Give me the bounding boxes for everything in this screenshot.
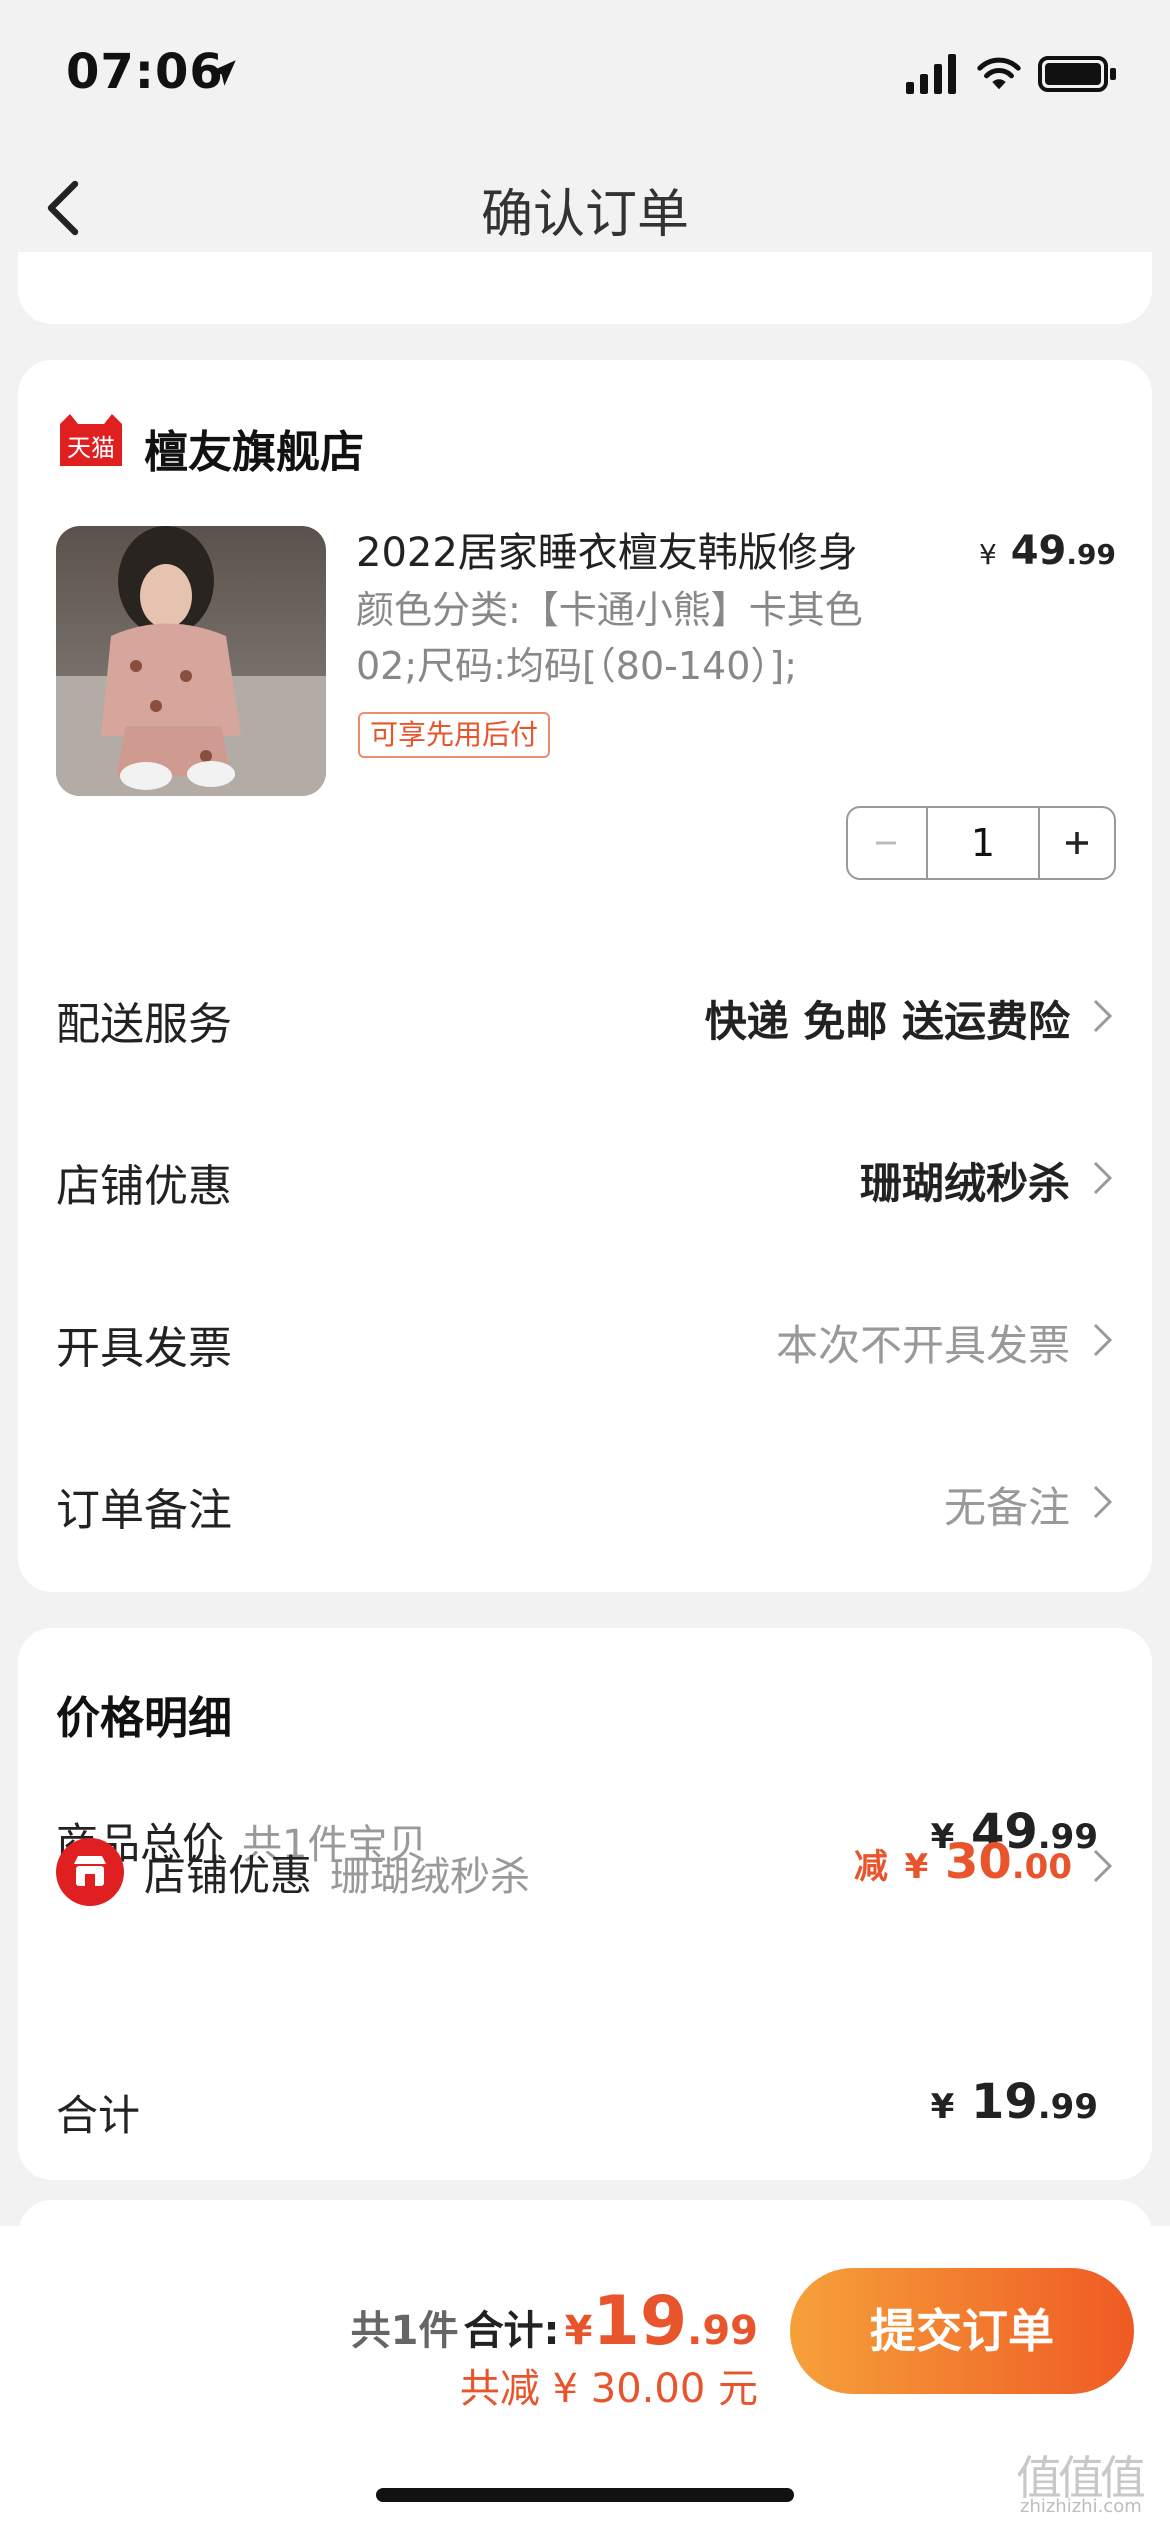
tmall-logo-icon: 天猫 — [60, 414, 122, 466]
product-price: ¥ 49.99 — [979, 528, 1116, 574]
checkout-saved: 共减 ¥ 30.00 元 — [459, 2366, 758, 2412]
home-indicator — [376, 2488, 794, 2502]
submit-order-button[interactable]: 提交订单 — [790, 2268, 1134, 2394]
row-order-note-value: 无备注 — [943, 1483, 1070, 1532]
page-title: 确认订单 — [480, 185, 689, 245]
chevron-right-icon — [1093, 1323, 1113, 1357]
checkout-total-label: 合计: — [463, 2308, 560, 2354]
checkout-total-int: 19 — [592, 2282, 688, 2361]
discount-prefix: 减 — [853, 1847, 888, 1887]
product-title[interactable]: 2022居家睡衣檀友韩版修身 — [356, 520, 858, 578]
store-coupon-icon — [56, 1838, 124, 1906]
quantity-stepper: 1 — [846, 806, 1116, 880]
row-store-discount[interactable]: 店铺优惠 珊瑚绒秒杀 — [18, 1120, 1152, 1230]
tmall-badge-text: 天猫 — [67, 434, 115, 462]
checkout-total-dec: .99 — [687, 2308, 758, 2354]
discount-int: 30 — [944, 1834, 1012, 1890]
status-time: 07:06 — [66, 44, 224, 100]
total-label: 合计 — [56, 2091, 141, 2140]
product-spec-line2: 02;尺码:均码[（80-140）]; — [356, 644, 798, 688]
row-store-discount-label: 店铺优惠 — [56, 1161, 232, 1212]
address-card-bottom — [18, 252, 1152, 324]
quantity-value[interactable]: 1 — [926, 808, 1040, 878]
chevron-right-icon — [1093, 999, 1113, 1033]
checkout-count: 共1件 — [350, 2308, 459, 2354]
row-delivery[interactable]: 配送服务 快递 免邮 送运费险 — [18, 958, 1152, 1068]
product-spec[interactable]: 颜色分类:【卡通小熊】卡其色 02;尺码:均码[（80-140）]; — [356, 582, 916, 694]
product-price-int: 49 — [1010, 528, 1067, 574]
checkout-symbol: ¥ — [564, 2308, 593, 2354]
chevron-right-icon — [1093, 1485, 1113, 1519]
total-value: ¥ 19.99 — [931, 2074, 1098, 2130]
discount-dec: .00 — [1011, 1847, 1072, 1887]
product-spec-line1: 颜色分类:【卡通小熊】卡其色 — [356, 588, 863, 632]
cellular-signal-icon — [906, 54, 956, 94]
product-price-symbol: ¥ — [978, 538, 997, 571]
row-order-note-label: 订单备注 — [56, 1485, 232, 1536]
minus-icon[interactable] — [848, 808, 924, 878]
row-invoice-label: 开具发票 — [56, 1323, 232, 1374]
watermark: 值值值 zhizhizhi.com — [1016, 2442, 1162, 2522]
store-discount-amount[interactable]: 减 ¥ 30.00 — [854, 1834, 1072, 1890]
battery-icon — [1038, 56, 1116, 92]
store-discount-name: 珊瑚绒秒杀 — [330, 1854, 531, 1900]
row-order-note[interactable]: 订单备注 无备注 — [18, 1444, 1152, 1554]
checkout-total: 共1件 合计: ¥19.99 — [351, 2282, 758, 2361]
price-detail-title: 价格明细 — [56, 1693, 232, 1744]
pay-later-tag: 可享先用后付 — [358, 712, 551, 758]
checkout-bar: 共1件 合计: ¥19.99 共减 ¥ 30.00 元 提交订单 — [0, 2226, 1170, 2532]
row-invoice[interactable]: 开具发票 本次不开具发票 — [18, 1282, 1152, 1392]
watermark-text: zhizhizhi.com — [1020, 2496, 1142, 2517]
chevron-right-icon — [1093, 1161, 1113, 1195]
discount-symbol: ¥ — [904, 1847, 929, 1887]
product-price-dec: .99 — [1066, 538, 1116, 571]
store-order-card: 天猫 檀友旗舰店 2022居家睡衣檀友韩版修身 ¥ 49.99 颜色分类:【卡通… — [18, 360, 1152, 1592]
status-bar: 07:06 — [0, 0, 1170, 140]
row-delivery-value: 快递 免邮 送运费险 — [704, 997, 1070, 1046]
plus-icon[interactable] — [1040, 808, 1114, 878]
wifi-icon — [977, 57, 1021, 90]
product-image[interactable] — [56, 526, 326, 796]
store-discount-label[interactable]: 店铺优惠 珊瑚绒秒杀 — [144, 1842, 530, 1903]
row-store-discount-value: 珊瑚绒秒杀 — [859, 1159, 1070, 1208]
total-symbol: ¥ — [930, 2087, 955, 2127]
nav-bar: 确认订单 — [0, 140, 1170, 270]
chevron-right-icon — [1093, 1849, 1113, 1883]
row-delivery-label: 配送服务 — [56, 999, 232, 1050]
store-name[interactable]: 檀友旗舰店 — [144, 416, 364, 480]
location-arrow-icon — [210, 60, 236, 86]
store-discount-text: 店铺优惠 — [144, 1851, 313, 1900]
total-dec: .99 — [1037, 2087, 1098, 2127]
price-detail-card: 价格明细 商品总价 共1件宝贝 ¥ 49.99 店铺优惠 珊瑚绒秒杀 减 ¥ 30.… — [18, 1628, 1152, 2180]
row-invoice-value: 本次不开具发票 — [775, 1321, 1070, 1370]
total-int: 19 — [970, 2074, 1038, 2130]
